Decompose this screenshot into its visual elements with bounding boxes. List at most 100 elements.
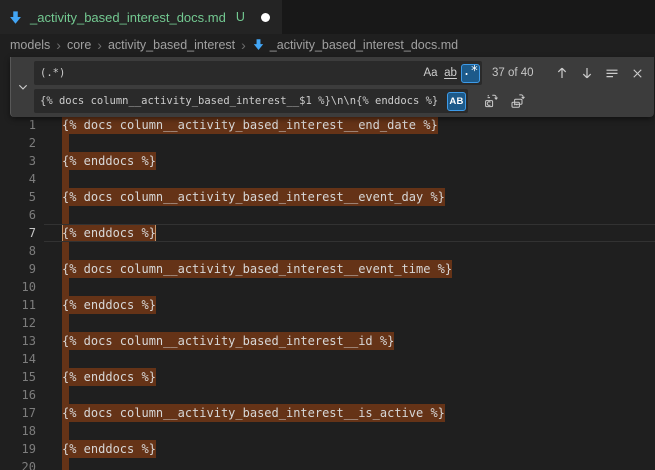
vscode-window: _activity_based_interest_docs.md U model… [0, 0, 655, 470]
code-line[interactable]: 9 {% docs column__activity_based_interest… [0, 260, 655, 278]
arrow-down-icon [579, 65, 595, 81]
breadcrumb-separator: › [97, 38, 102, 52]
replace-row: AB [34, 89, 648, 113]
editor[interactable]: 1 {% docs column__activity_based_interest… [0, 55, 655, 470]
code-content [62, 350, 69, 368]
line-number[interactable]: 16 [0, 386, 36, 404]
find-nav-buttons [551, 62, 648, 84]
code-line[interactable]: 1 {% docs column__activity_based_interest… [0, 116, 655, 134]
line-number[interactable]: 18 [0, 422, 36, 440]
find-match [62, 458, 69, 470]
line-number[interactable]: 6 [0, 206, 36, 224]
find-input[interactable] [40, 67, 420, 79]
code-line[interactable]: 8 [0, 242, 655, 260]
line-number[interactable]: 11 [0, 296, 36, 314]
code-content: {% docs column__activity_based_interest_… [62, 260, 452, 278]
line-number[interactable]: 4 [0, 170, 36, 188]
find-replace-widget: Aa ab .* 37 of 40 [10, 57, 654, 117]
find-match: {% docs column__activity_based_interest_… [62, 404, 445, 422]
code-line[interactable]: 14 [0, 350, 655, 368]
code-content: {% enddocs %} [62, 296, 156, 314]
code-line[interactable]: 15 {% enddocs %} [0, 368, 655, 386]
code-content [62, 278, 69, 296]
line-number[interactable]: 7 [0, 224, 36, 242]
line-number[interactable]: 1 [0, 116, 36, 134]
code-content [62, 242, 69, 260]
breadcrumb-item-core[interactable]: core [67, 38, 91, 52]
line-number[interactable]: 20 [0, 458, 36, 470]
replace-all-button[interactable] [507, 90, 529, 112]
find-match: {% docs column__activity_based_interest_… [62, 260, 452, 278]
regex-toggle[interactable]: .* [461, 64, 480, 83]
git-status-badge: U [236, 10, 245, 24]
code-line[interactable]: 6 [0, 206, 655, 224]
replace-all-icon [510, 93, 526, 109]
code-line[interactable]: 18 [0, 422, 655, 440]
code-line[interactable]: 20 [0, 458, 655, 470]
code-line[interactable]: 19{% enddocs %} [0, 440, 655, 458]
breadcrumb-item-activity-based-interest[interactable]: activity_based_interest [108, 38, 235, 52]
arrow-up-icon [554, 65, 570, 81]
code-content: {% enddocs %} [62, 368, 156, 386]
selection-icon [604, 65, 620, 81]
code-line[interactable]: 10 [0, 278, 655, 296]
code-content: {% enddocs %} [62, 224, 156, 242]
chevron-down-icon [16, 80, 30, 94]
find-in-selection-button[interactable] [601, 62, 623, 84]
line-number[interactable]: 8 [0, 242, 36, 260]
markdown-file-icon [8, 10, 23, 25]
code-line[interactable]: 7 {% enddocs %} [0, 224, 655, 242]
code-content [62, 314, 69, 332]
toggle-replace-button[interactable] [11, 61, 34, 113]
breadcrumb-separator: › [241, 38, 246, 52]
breadcrumb: models › core › activity_based_interest … [0, 34, 655, 55]
close-find-widget-button[interactable] [626, 62, 648, 84]
line-number[interactable]: 3 [0, 152, 36, 170]
code-line[interactable]: 11 {% enddocs %} [0, 296, 655, 314]
code-line[interactable]: 5{% docs column__activity_based_interest… [0, 188, 655, 206]
match-case-toggle[interactable]: Aa [421, 64, 440, 83]
find-match [62, 422, 69, 440]
replace-button[interactable] [480, 90, 502, 112]
code-content [62, 134, 69, 152]
line-number[interactable]: 5 [0, 188, 36, 206]
code-line[interactable]: 4 [0, 170, 655, 188]
replace-action-buttons [480, 90, 529, 112]
line-number[interactable]: 9 [0, 260, 36, 278]
code-content: {% docs column__activity_based_interest_… [62, 116, 438, 134]
find-match [62, 206, 69, 224]
line-number[interactable]: 10 [0, 278, 36, 296]
code-content: {% enddocs %} [62, 152, 156, 170]
find-match [62, 314, 69, 332]
code-content: {% docs column__activity_based_interest_… [62, 404, 445, 422]
next-match-button[interactable] [576, 62, 598, 84]
code-line[interactable]: 13{% docs column__activity_based_interes… [0, 332, 655, 350]
code-line[interactable]: 12 [0, 314, 655, 332]
code-line[interactable]: 2 [0, 134, 655, 152]
line-number[interactable]: 12 [0, 314, 36, 332]
line-number[interactable]: 19 [0, 440, 36, 458]
line-number[interactable]: 17 [0, 404, 36, 422]
line-number[interactable]: 2 [0, 134, 36, 152]
code-line[interactable]: 3 {% enddocs %} [0, 152, 655, 170]
find-match: {% docs column__activity_based_interest_… [62, 116, 438, 134]
find-match [62, 134, 69, 152]
line-number[interactable]: 14 [0, 350, 36, 368]
previous-match-button[interactable] [551, 62, 573, 84]
code-line[interactable]: 16 [0, 386, 655, 404]
line-number[interactable]: 15 [0, 368, 36, 386]
preserve-case-toggle[interactable]: AB [447, 92, 466, 111]
whole-word-toggle[interactable]: ab [441, 64, 460, 83]
modified-indicator-dot[interactable] [261, 13, 270, 22]
line-number[interactable]: 13 [0, 332, 36, 350]
replace-input[interactable] [40, 95, 446, 107]
editor-lines: 1 {% docs column__activity_based_interest… [0, 55, 655, 470]
find-match [62, 350, 69, 368]
breadcrumb-item-models[interactable]: models [10, 38, 50, 52]
editor-tab[interactable]: _activity_based_interest_docs.md U [0, 0, 282, 34]
code-line[interactable]: 17 {% docs column__activity_based_interes… [0, 404, 655, 422]
find-match: {% enddocs %} [62, 152, 156, 170]
breadcrumb-item-file[interactable]: _activity_based_interest_docs.md [252, 38, 458, 52]
find-match [62, 386, 69, 404]
tab-filename: _activity_based_interest_docs.md [30, 10, 226, 25]
